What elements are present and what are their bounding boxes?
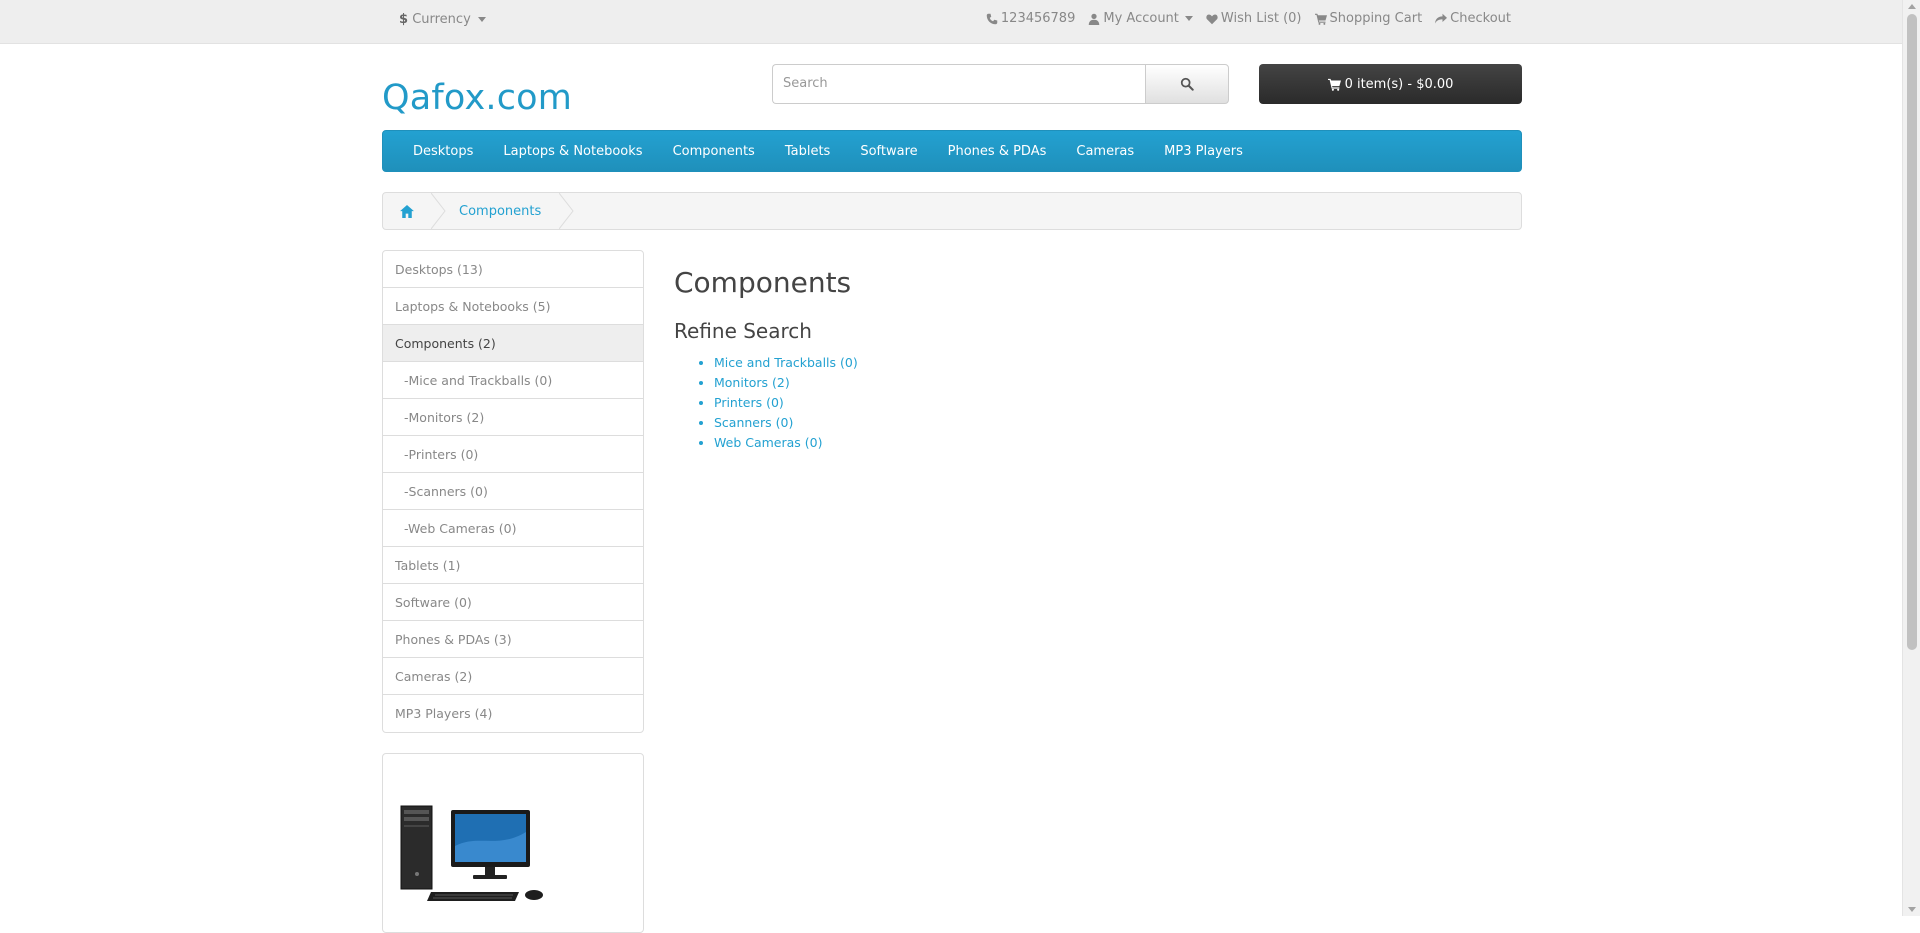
search-icon [1180,77,1194,91]
my-account-label: My Account [1103,11,1179,26]
list-item: Printers (0) [714,393,858,413]
heart-icon [1206,14,1218,24]
chevron-down-icon [477,17,486,22]
breadcrumb: Components [382,192,1522,230]
site-logo[interactable]: Qafox.com [382,78,572,118]
sidebar-item-laptops-notebooks[interactable]: Laptops & Notebooks (5) [383,288,643,325]
breadcrumb-separator [431,193,446,229]
phone-link[interactable]: 123456789 [986,11,1075,26]
wish-list-link[interactable]: Wish List (0) [1206,11,1302,26]
vertical-scrollbar[interactable] [1902,0,1920,916]
scroll-down-arrow-icon[interactable] [1908,907,1916,912]
menu-item-phones-pdas[interactable]: Phones & PDAs [933,144,1062,159]
sidebar-item-components[interactable]: Components (2) [383,325,643,362]
sidebar-item-printers[interactable]: -Printers (0) [383,436,643,473]
phone-label: 123456789 [1000,11,1076,26]
refine-search-title: Refine Search [674,319,812,343]
top-bar: $ Currency 123456789 My Account Wish Lis… [0,0,1902,44]
refine-link-printers[interactable]: Printers (0) [714,395,784,410]
list-item: Scanners (0) [714,413,858,433]
desktop-computer-image [400,805,543,901]
scroll-up-arrow-icon[interactable] [1908,4,1916,9]
sidebar-item-software[interactable]: Software (0) [383,584,643,621]
refine-search-list: Mice and Trackballs (0) Monitors (2) Pri… [700,353,858,453]
my-account-dropdown[interactable]: My Account [1088,11,1193,26]
list-item: Web Cameras (0) [714,433,858,453]
refine-link-monitors[interactable]: Monitors (2) [714,375,790,390]
phone-icon [986,13,998,24]
currency-dropdown[interactable]: $ Currency [399,12,486,27]
breadcrumb-components[interactable]: Components [447,204,559,219]
category-sidebar: Desktops (13) Laptops & Notebooks (5) Co… [382,250,644,733]
chevron-down-icon [1184,16,1193,21]
shopping-cart-label: Shopping Cart [1329,11,1423,26]
breadcrumb-home[interactable] [383,193,431,229]
refine-link-mice-trackballs[interactable]: Mice and Trackballs (0) [714,355,858,370]
menu-item-tablets[interactable]: Tablets [770,144,846,159]
share-icon [1435,13,1448,23]
main-menu: Desktops Laptops & Notebooks Components … [382,130,1522,172]
shopping-cart-link[interactable]: Shopping Cart [1314,11,1423,26]
checkout-label: Checkout [1450,11,1511,26]
breadcrumb-separator [559,193,574,229]
menu-item-software[interactable]: Software [845,144,932,159]
cart-total-label: 0 item(s) - $0.00 [1344,76,1454,92]
sidebar-item-phones-pdas[interactable]: Phones & PDAs (3) [383,621,643,658]
sidebar-item-desktops[interactable]: Desktops (13) [383,251,643,288]
home-icon [400,204,414,218]
search-input[interactable]: Search [772,64,1145,104]
list-item: Monitors (2) [714,373,858,393]
menu-item-components[interactable]: Components [658,144,770,159]
cart-button[interactable]: 0 item(s) - $0.00 [1259,64,1522,104]
list-item: Mice and Trackballs (0) [714,353,858,373]
sidebar-item-tablets[interactable]: Tablets (1) [383,547,643,584]
sidebar-item-scanners[interactable]: -Scanners (0) [383,473,643,510]
menu-item-laptops-notebooks[interactable]: Laptops & Notebooks [488,144,657,159]
scrollbar-thumb[interactable] [1907,14,1917,650]
user-icon [1089,13,1100,25]
checkout-link[interactable]: Checkout [1435,11,1511,26]
cart-icon [1314,13,1327,25]
menu-item-cameras[interactable]: Cameras [1061,144,1149,159]
sidebar-item-cameras[interactable]: Cameras (2) [383,658,643,695]
sidebar-item-monitors[interactable]: -Monitors (2) [383,399,643,436]
top-links: 123456789 My Account Wish List (0) Shopp… [986,11,1511,26]
sidebar-banner[interactable] [382,753,644,933]
refine-link-scanners[interactable]: Scanners (0) [714,415,793,430]
wish-list-label: Wish List (0) [1220,11,1302,26]
refine-link-web-cameras[interactable]: Web Cameras (0) [714,435,822,450]
search-button[interactable] [1145,64,1229,104]
sidebar-item-web-cameras[interactable]: -Web Cameras (0) [383,510,643,547]
cart-icon [1327,78,1341,91]
menu-item-mp3-players[interactable]: MP3 Players [1149,144,1258,159]
menu-item-desktops[interactable]: Desktops [398,144,488,159]
page-title: Components [674,266,852,299]
currency-symbol: $ [399,12,409,27]
sidebar-item-mp3-players[interactable]: MP3 Players (4) [383,695,643,732]
sidebar-item-mice-trackballs[interactable]: -Mice and Trackballs (0) [383,362,643,399]
currency-label: Currency [412,12,471,27]
